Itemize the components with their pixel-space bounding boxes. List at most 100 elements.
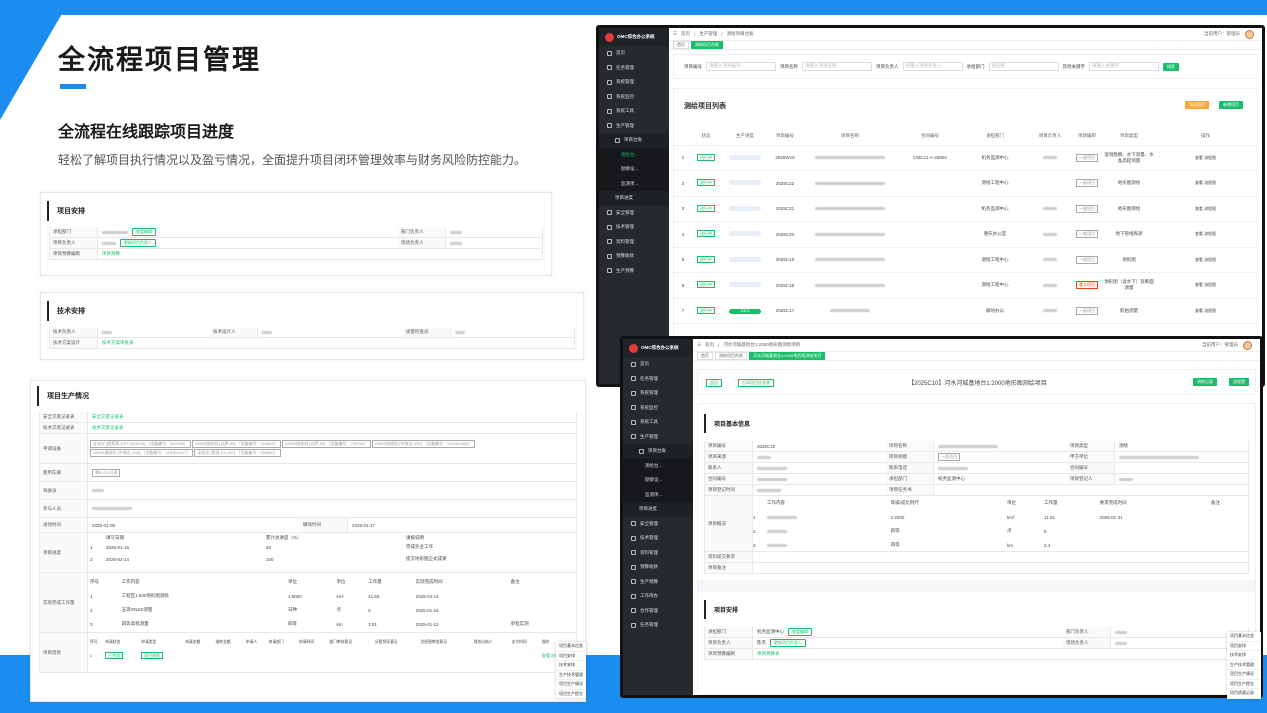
menu-toggle-icon[interactable]: ☰ (673, 31, 677, 37)
section-nav-item[interactable]: 项目安排 (556, 652, 586, 661)
menu-item[interactable]: 任务管理 (623, 618, 693, 633)
section-nav-item[interactable]: 技术安排 (1227, 651, 1261, 661)
section-nav-item[interactable]: 项目生产情况 (556, 680, 586, 690)
table-row[interactable]: 2 进行中 2025C22 测绘工程中心 一般项目 地形图测绘 查看 流程图 (674, 170, 1257, 197)
tech-plan-link[interactable]: 技术方案审批表 (98, 338, 574, 348)
section-nav-item[interactable]: 项目生产情况 (1227, 670, 1261, 680)
menu-item[interactable]: 系统管理 (599, 75, 669, 90)
flow-record-button[interactable]: 流转记录 (1193, 378, 1217, 386)
tab-project-ledger[interactable]: 测绘项目台账 (691, 41, 723, 49)
tech-record-link[interactable]: 技术交底记录表 (88, 423, 576, 433)
text-cell: 陈杰 (757, 640, 766, 645)
menu-item[interactable]: 工作待办 (623, 589, 693, 604)
back-button[interactable]: 返回 (706, 379, 722, 387)
safety-icon (607, 210, 612, 216)
menu-item[interactable]: 任务管理 (623, 372, 693, 387)
table-row[interactable]: 5 进行中 2025C19 测绘工程中心 一般项目 地形图 查看 流程图 (674, 247, 1257, 273)
menu-item[interactable]: 合作管理 (623, 604, 693, 619)
section-nav-item[interactable]: 技术安排 (556, 661, 586, 671)
menu-item[interactable]: 资料管理 (623, 546, 693, 561)
tab-home[interactable]: 首页 (673, 41, 689, 49)
menu-item[interactable]: 勘察设... (599, 162, 669, 177)
menu-item[interactable]: 系统工具 (599, 104, 669, 119)
section-nav-item[interactable]: 项目基本信息 (556, 642, 586, 652)
menu-item[interactable]: 任务管理 (599, 61, 669, 76)
menu-item[interactable]: 项目进度 (623, 502, 693, 517)
section-nav-item[interactable]: 项目生产提交 (556, 690, 586, 699)
change-manager-tag[interactable]: 更换项目负责人 (120, 239, 156, 247)
text-cell: 3.01 (368, 621, 377, 627)
section-nav-item[interactable]: 项目生产提交 (1227, 680, 1261, 689)
menu-item[interactable]: 首页 (599, 46, 669, 61)
text-cell: 查看 (1194, 282, 1203, 288)
menu-item[interactable]: 测绘台... (599, 147, 669, 162)
menu-item[interactable]: 生产预算 (623, 575, 693, 590)
menu-item[interactable]: 测绘台... (623, 458, 693, 473)
print-button[interactable]: 打印项目信息表 (738, 379, 774, 387)
table-row[interactable]: 6 进行中 2025C18 测绘工程中心 重大项目 地形图（含水下）及断面测量 查看 流程图 (674, 272, 1257, 299)
menu-item[interactable]: 项目台账 (623, 444, 693, 459)
edit-tag[interactable]: 查看编辑 (132, 228, 156, 236)
menu-item[interactable]: 资料管理 (599, 235, 669, 250)
text-cell: 四等 (890, 528, 900, 533)
edit-tag[interactable]: 查看编辑 (788, 628, 812, 636)
logo-icon (605, 32, 614, 42)
menu-item[interactable]: 系统管理 (623, 386, 693, 401)
menu-item[interactable]: 预算收款 (623, 560, 693, 575)
top-banner (0, 0, 1267, 15)
menu-item[interactable]: 监测项... (623, 487, 693, 502)
table-row[interactable]: 1 进行中 2025W15 CMC21-A-25802 机务监测中心 一般项目 溶洞勘察、水… (674, 145, 1257, 171)
menu-item[interactable]: 项目进度 (599, 191, 669, 206)
section-nav-item[interactable]: 项目安排 (1227, 642, 1261, 651)
menu-item[interactable]: 生产预算 (599, 264, 669, 279)
menu-item[interactable]: 技术管理 (599, 220, 669, 235)
breadcrumb[interactable]: 首页 (681, 31, 690, 37)
table-row[interactable]: 4 进行中 2025C20 重庆办公室 一般项目 地下管线探测 查看 流程图 (674, 221, 1257, 248)
section-nav-item[interactable]: 项目质量记录 (1227, 689, 1261, 699)
menu-item[interactable]: 系统监控 (623, 401, 693, 416)
menu-item[interactable]: 项目台账 (599, 133, 669, 148)
safety-record-link[interactable]: 安全交底记录表 (88, 412, 576, 422)
tab-home[interactable]: 首页 (697, 352, 713, 360)
project-name-input[interactable]: 请输入项目名称 (802, 62, 872, 71)
change-manager-tag[interactable]: 更换项目负责人 (770, 639, 806, 647)
budget-link[interactable]: 项目预算表 (753, 649, 1248, 659)
page-tabs: 首页 测绘项目台账 (669, 41, 1262, 50)
table-row[interactable]: 3 进行中 2025C21 机务监测中心 一般项目 地形图测绘 查看 流程图 (674, 196, 1257, 222)
breadcrumb[interactable]: 首页 (705, 342, 714, 348)
breadcrumb[interactable]: 生产管理 (699, 31, 717, 37)
section-nav-item[interactable]: 生产技术管理 (1227, 661, 1261, 670)
menu-item[interactable]: 生产管理 (599, 119, 669, 134)
menu-item[interactable]: 监测项... (599, 176, 669, 191)
text-cell: 一般项目 (1076, 255, 1098, 264)
tab-project-detail[interactable]: 河水河城基地台1:2000地形图测绘项目 (749, 352, 826, 360)
menu-item[interactable]: 预算收款 (599, 249, 669, 264)
menu-item[interactable]: 系统监控 (599, 90, 669, 105)
menu-item[interactable]: 生产管理 (623, 430, 693, 445)
menu-item[interactable]: 系统工具 (623, 415, 693, 430)
keyword-input[interactable]: 请输入关键字 (1089, 62, 1159, 71)
export-button[interactable]: 导出项目 (1185, 101, 1209, 109)
table-row[interactable]: 7 进行中 100% 2025C17 廊坊办公 一般项目 航拍测量 查看 流程图 (674, 298, 1257, 324)
avatar[interactable] (1245, 29, 1254, 39)
text-cell: 备注 (1210, 500, 1220, 505)
tab-project-ledger[interactable]: 测绘项目台账 (715, 352, 747, 360)
menu-item[interactable]: 技术管理 (623, 531, 693, 546)
department-select[interactable]: 请选择 (988, 62, 1059, 71)
menu-item[interactable]: 勘察设... (623, 473, 693, 488)
flow-chart-button[interactable]: 流程图 (1229, 378, 1249, 386)
menu-item[interactable]: 安全管理 (623, 517, 693, 532)
section-nav-item[interactable]: 项目基本信息 (1227, 632, 1261, 642)
menu-item[interactable]: 安全管理 (599, 206, 669, 221)
section-nav-item[interactable]: 生产技术管理 (556, 671, 586, 680)
avatar[interactable] (1243, 340, 1252, 350)
text-cell: 1 (674, 145, 692, 171)
search-button[interactable]: 搜索 (1163, 62, 1179, 71)
project-no-input[interactable]: 请输入项目编号 (706, 62, 776, 71)
add-project-button[interactable]: 新增项目 (1219, 101, 1243, 109)
budget-link[interactable]: 项目预算 (98, 249, 542, 259)
manager-input[interactable]: 请输入项目负责人 (902, 62, 963, 71)
menu-item[interactable]: 首页 (623, 357, 693, 372)
text-cell: 机务监测中心 (938, 476, 965, 481)
menu-toggle-icon[interactable]: ☰ (697, 342, 701, 348)
